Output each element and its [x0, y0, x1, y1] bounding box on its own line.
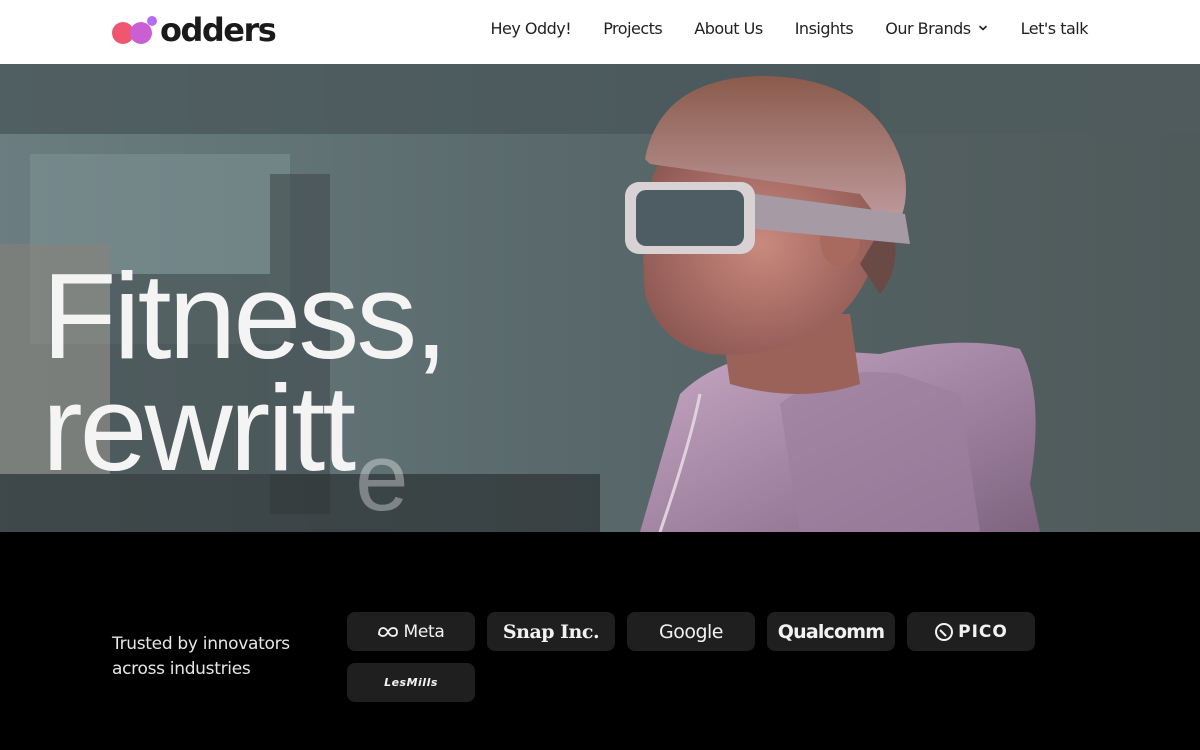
logo-tile-qualcomm: Qualcomm — [767, 612, 895, 651]
meta-infinity-icon — [377, 625, 399, 639]
nav-item-our-brands-label: Our Brands — [885, 18, 971, 38]
logo-tile-google: Google — [627, 612, 755, 651]
logo-tile-lesmills: LesMills — [347, 663, 475, 702]
brand-logo[interactable]: odders — [112, 11, 277, 49]
hero-headline-line-2: rewritte — [42, 367, 445, 531]
nav-item-about-us[interactable]: About Us — [694, 19, 763, 38]
main-nav: Hey Oddy! Projects About Us Insights Our… — [490, 0, 1088, 56]
hero-headline-line-1: Fitness, — [42, 248, 448, 384]
hero-headline-ghost-letter: e — [355, 424, 408, 531]
nav-item-our-brands[interactable]: Our Brands — [885, 19, 988, 38]
logo-tile-meta: Meta — [347, 612, 475, 651]
logo-mark-icon — [112, 16, 160, 44]
hero-headline-line-2-text: rewritt — [42, 360, 356, 496]
hero-banner: Fitness, rewritte — [0, 64, 1200, 532]
brand-name: odders — [160, 11, 277, 49]
logo-lesmills-label: LesMills — [384, 676, 438, 689]
chevron-down-icon — [978, 25, 987, 31]
logo-qualcomm-label: Qualcomm — [777, 620, 885, 643]
logo-meta-label: Meta — [403, 621, 445, 642]
trusted-section: Trusted by innovators across industries … — [0, 532, 1200, 750]
nav-item-insights[interactable]: Insights — [795, 19, 854, 38]
logo-google-label: Google — [658, 620, 724, 643]
nav-item-hey-oddy[interactable]: Hey Oddy! — [490, 19, 571, 38]
logo-tile-pico: PICO — [907, 612, 1035, 651]
nav-item-lets-talk[interactable]: Let's talk — [1021, 19, 1089, 38]
site-header: odders Hey Oddy! Projects About Us Insig… — [0, 0, 1200, 64]
trusted-heading: Trusted by innovators across industries — [112, 634, 290, 679]
hero-headline: Fitness, rewritte — [42, 248, 448, 531]
logo-tile-snap: Snap Inc. — [487, 612, 615, 651]
nav-item-projects[interactable]: Projects — [603, 19, 663, 38]
pico-icon — [934, 622, 954, 642]
logo-pico-label: PICO — [958, 621, 1008, 642]
logo-snap-label: Snap Inc. — [502, 620, 600, 643]
